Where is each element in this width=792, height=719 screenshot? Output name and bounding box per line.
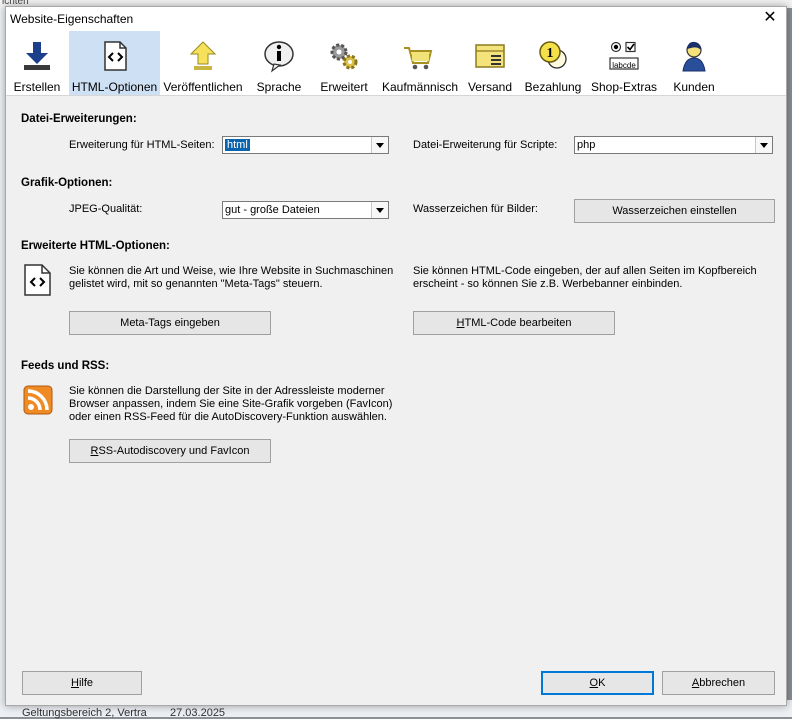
dialog-title: Website-Eigenschaften — [10, 12, 134, 26]
title-bar: Website-Eigenschaften ✕ — [6, 7, 786, 31]
accelerator-key: O — [589, 677, 599, 689]
html-extension-value: html — [225, 139, 250, 151]
shopping-cart-icon — [404, 47, 433, 70]
cancel-button[interactable]: Abbrechen — [662, 671, 775, 695]
html-code-description: Sie können HTML-Code eingeben, der auf a… — [413, 265, 757, 290]
tab-label: Bezahlung — [524, 80, 582, 94]
watermark-settings-button[interactable]: Wasserzeichen einstellen — [574, 199, 775, 223]
upload-arrow-icon — [189, 41, 217, 70]
meta-tags-button[interactable]: Meta-Tags eingeben — [69, 311, 271, 335]
html-extension-label: Erweiterung für HTML-Seiten: — [69, 139, 215, 151]
help-button[interactable]: Hilfe — [22, 671, 142, 695]
jpeg-quality-label: JPEG-Qualität: — [69, 203, 143, 215]
script-extension-combobox[interactable]: php — [574, 136, 773, 154]
chevron-down-icon[interactable] — [371, 202, 388, 218]
tab-label: HTML-Optionen — [71, 80, 158, 94]
html-code-icon — [24, 264, 51, 296]
watermark-label: Wasserzeichen für Bilder: — [413, 203, 538, 215]
tab-veroeffentlichen[interactable]: Veröffentlichen — [162, 31, 244, 95]
tab-sprache[interactable]: Sprache — [250, 31, 308, 95]
category-toolbar: Erstellen HTML-Optionen Veröffentlichen — [6, 31, 786, 96]
html-code-icon — [103, 41, 127, 71]
accelerator-key: H — [70, 677, 79, 689]
button-label: TML-Code bearbeiten — [464, 317, 572, 329]
section-heading-graphics: Grafik-Optionen: — [21, 177, 113, 189]
background-row-text: Geltungsbereich 2, Vertra — [22, 707, 147, 719]
meta-tags-description: Sie können die Art und Weise, wie Ihre W… — [69, 265, 394, 290]
section-heading-advanced-html: Erweiterte HTML-Optionen: — [21, 240, 170, 252]
package-icon — [475, 44, 505, 68]
svg-text:1: 1 — [547, 46, 554, 61]
tab-label: Erstellen — [13, 80, 61, 94]
ok-button[interactable]: OK — [541, 671, 654, 695]
download-arrow-icon — [24, 42, 50, 70]
tab-kunden[interactable]: Kunden — [668, 31, 720, 95]
tab-label: Shop-Extras — [590, 80, 658, 94]
section-heading-feeds: Feeds und RSS: — [21, 360, 110, 372]
html-extension-combobox[interactable]: html — [222, 136, 389, 154]
customer-icon — [682, 41, 706, 72]
button-label: SS-Autodiscovery und FavIcon — [98, 445, 250, 457]
tab-label: Kaufmännisch — [382, 80, 459, 94]
website-properties-dialog: Website-Eigenschaften ✕ Erstellen HTML-O… — [5, 6, 787, 706]
button-label: K — [598, 677, 606, 689]
button-label: ilfe — [78, 677, 93, 689]
chevron-down-icon[interactable] — [371, 137, 388, 153]
close-button[interactable]: ✕ — [754, 7, 786, 31]
tab-erweitert[interactable]: Erweitert — [316, 31, 372, 95]
script-extension-value: php — [577, 139, 596, 151]
tab-versand[interactable]: Versand — [464, 31, 516, 95]
tab-html-optionen[interactable]: HTML-Optionen — [69, 31, 160, 95]
background-row-date: 27.03.2025 — [170, 707, 226, 719]
chevron-down-icon[interactable] — [755, 137, 772, 153]
form-controls-icon-text: labcde — [612, 61, 636, 70]
rss-feed-icon — [23, 385, 53, 415]
edit-html-code-button[interactable]: HTML-Code bearbeiten — [413, 311, 615, 335]
rss-favicon-button[interactable]: RSS-Autodiscovery und FavIcon — [69, 439, 271, 463]
tab-kaufmaennisch[interactable]: Kaufmännisch — [382, 31, 459, 95]
info-bubble-icon — [264, 41, 294, 73]
jpeg-quality-value: gut - große Dateien — [225, 204, 320, 216]
jpeg-quality-combobox[interactable]: gut - große Dateien — [222, 201, 389, 219]
section-heading-file-extensions: Datei-Erweiterungen: — [21, 113, 137, 125]
button-label: bbrechen — [699, 677, 746, 689]
tab-shop-extras[interactable]: labcde Shop-Extras — [590, 31, 658, 95]
tab-erstellen[interactable]: Erstellen — [6, 31, 68, 95]
tab-label: Sprache — [256, 80, 302, 94]
script-extension-label: Datei-Erweiterung für Scripte: — [413, 139, 558, 151]
tab-label: Kunden — [673, 80, 715, 94]
feeds-description: Sie können die Darstellung der Site in d… — [69, 385, 393, 423]
coins-icon: 1 — [539, 41, 567, 69]
tab-label: Versand — [467, 80, 513, 94]
tab-label: Erweitert — [320, 80, 368, 94]
tab-label: Veröffentlichen — [163, 80, 243, 94]
gears-icon — [330, 43, 358, 70]
tab-bezahlung[interactable]: 1 Bezahlung — [524, 31, 582, 95]
